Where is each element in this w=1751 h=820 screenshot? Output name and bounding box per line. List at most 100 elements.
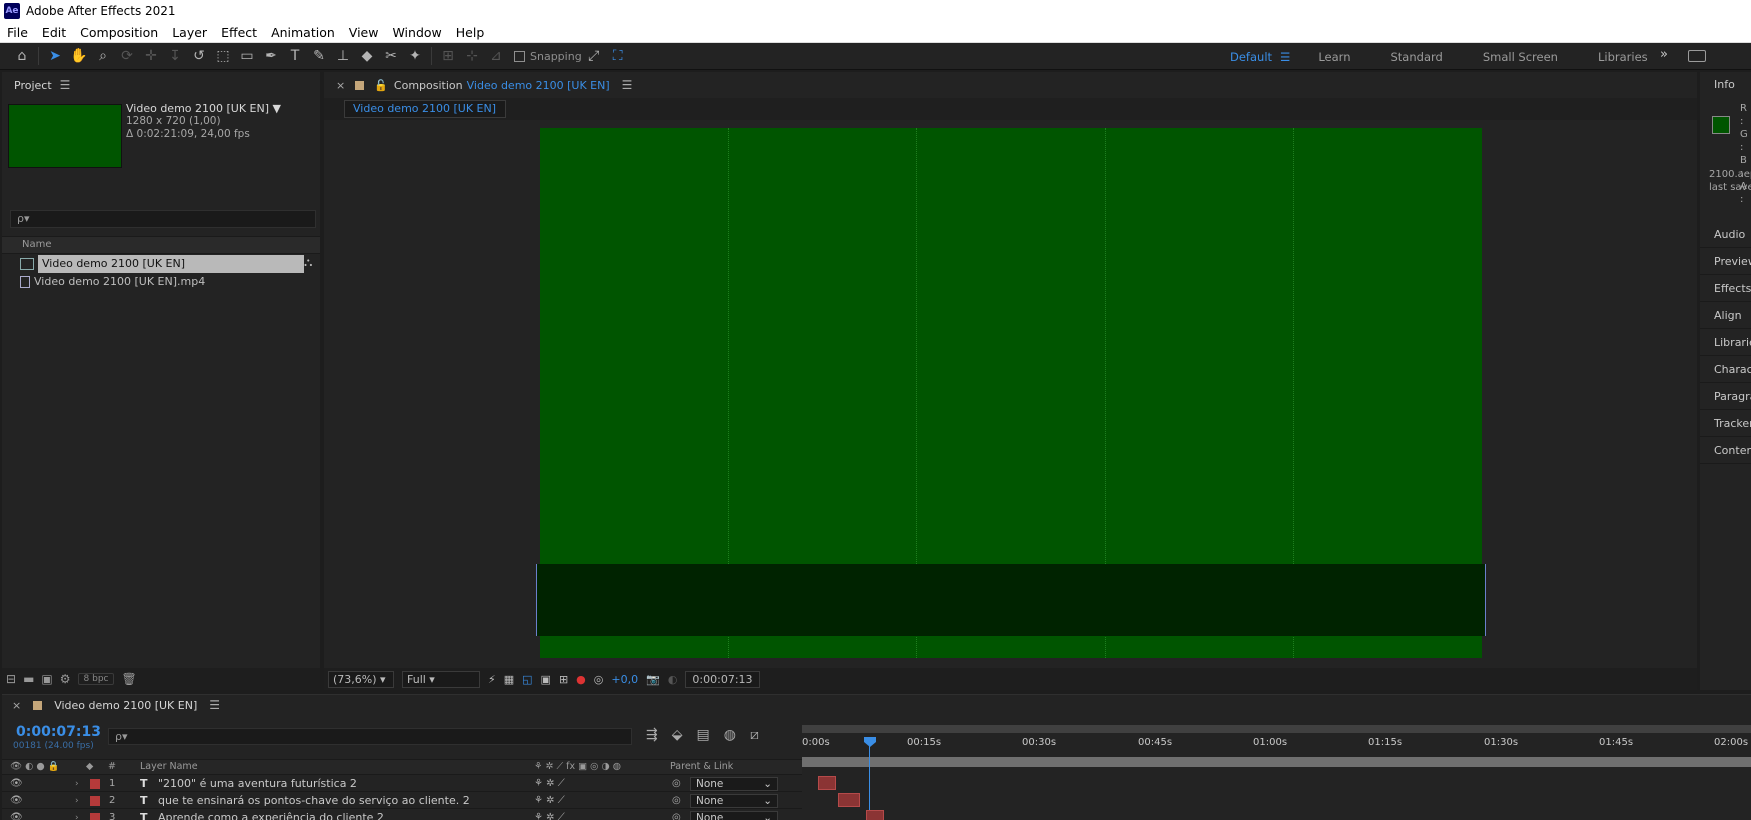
work-area-bar[interactable] [802,757,1751,767]
menu-layer[interactable]: Layer [165,25,214,40]
pick-whip-icon[interactable]: ◎ [672,776,681,792]
clone-stamp-tool-icon[interactable]: ⊥ [331,45,355,67]
character-panel-tab[interactable]: Character [1700,357,1751,383]
workspace-libraries[interactable]: Libraries [1598,50,1648,64]
trash-icon[interactable]: 🗑 [121,672,136,686]
current-time-indicator[interactable] [864,737,876,747]
column-name[interactable]: Name [22,239,52,250]
menu-edit[interactable]: Edit [35,25,73,40]
paragraph-panel-tab[interactable]: Paragraph [1700,384,1751,410]
info-panel-title[interactable]: Info [1700,72,1751,98]
view-axis-icon[interactable]: ⊿ [484,45,508,67]
project-panel-title[interactable]: Project [14,79,52,92]
pan-behind-tool-icon[interactable]: ⬚ [211,45,235,67]
align-panel-tab[interactable]: Align [1700,303,1751,329]
layer-duration-bar[interactable] [838,793,860,807]
rotation-tool-icon[interactable]: ↺ [187,45,211,67]
new-composition-icon[interactable]: ▣ [41,672,52,686]
parent-dropdown[interactable]: None ⌄ [690,811,778,820]
eraser-tool-icon[interactable]: ◆ [355,45,379,67]
close-icon[interactable]: × [12,699,21,712]
chevron-right-icon[interactable]: › [75,793,79,809]
show-snapshot-icon[interactable]: ◐ [668,673,678,686]
audio-panel-tab[interactable]: Audio [1700,222,1751,248]
chevron-right-icon[interactable]: › [75,810,79,820]
roto-brush-tool-icon[interactable]: ✂ [379,45,403,67]
dolly-camera-tool-icon[interactable]: ↧ [163,45,187,67]
timeline-ruler[interactable]: 0:00s 00:15s 00:30s 00:45s 01:00s 01:15s… [802,725,1751,820]
timeline-current-time[interactable]: 0:00:07:13 [16,724,101,740]
home-icon[interactable]: ⌂ [10,45,34,67]
layer-switches-icon[interactable]: ⚘ ✲ ⟋ [534,810,565,820]
menu-animation[interactable]: Animation [264,25,342,40]
menu-effect[interactable]: Effect [214,25,264,40]
layer-duration-bar[interactable] [866,810,884,820]
workspace-standard[interactable]: Standard [1391,50,1443,64]
composition-viewer-tab[interactable]: Video demo 2100 [UK EN] [344,100,506,118]
eye-icon[interactable]: 👁 [10,810,23,820]
timeline-layer-row[interactable]: 👁 › 1 T "2100" é uma aventura futurístic… [2,776,802,792]
layer-name[interactable]: que te ensinará os pontos-chave do servi… [158,793,470,809]
layer-name-header[interactable]: Layer Name [140,760,198,774]
menu-file[interactable]: File [0,25,35,40]
menu-window[interactable]: Window [385,25,448,40]
timeline-layer-row[interactable]: 👁 › 3 T Aprende como a experiência do cl… [2,810,802,820]
layer-name[interactable]: "2100" é uma aventura futurística 2 [158,776,357,792]
menu-help[interactable]: Help [449,25,492,40]
type-tool-icon[interactable]: T [283,45,307,67]
layer-label-color[interactable] [90,796,100,806]
time-navigator-bar[interactable] [802,725,1751,733]
pick-whip-icon[interactable]: ◎ [672,810,681,820]
snapshot-camera-icon[interactable]: 📷 [646,673,660,686]
parent-dropdown[interactable]: None ⌄ [690,794,778,808]
project-item-composition[interactable]: Video demo 2100 [UK EN] [2,255,320,273]
lock-icon[interactable]: 🔓 [374,79,388,92]
panel-menu-icon[interactable]: ☰ [60,78,71,92]
new-folder-icon[interactable]: ▬ [23,672,34,686]
layer-label-color[interactable] [90,779,100,789]
snapping-checkbox[interactable] [514,50,525,62]
selected-text-layer-bounds[interactable] [536,564,1486,636]
close-icon[interactable]: × [336,79,345,92]
workspace-menu-icon[interactable]: ☰ [1280,50,1290,64]
workspace-small-screen[interactable]: Small Screen [1483,50,1558,64]
current-time-display[interactable]: 0:00:07:13 [685,670,760,688]
eye-icon[interactable]: 👁 [10,793,23,809]
chevron-right-icon[interactable]: › [75,776,79,792]
more-workspaces-icon[interactable]: » [1660,47,1668,62]
workspace-default[interactable]: Default [1230,50,1272,64]
layer-name[interactable]: Aprende como a experiência do cliente 2 [158,810,384,820]
timeline-layer-row[interactable]: 👁 › 2 T que te ensinará os pontos-chave … [2,793,802,809]
tracker-panel-tab[interactable]: Tracker [1700,411,1751,437]
panel-menu-icon[interactable]: ☰ [209,698,220,712]
reset-exposure-icon[interactable]: ◎ [594,673,604,686]
resolution-dropdown[interactable]: Full ▾ [402,670,480,688]
orbit-camera-tool-icon[interactable]: ⟳ [115,45,139,67]
magnification-dropdown[interactable]: (73,6%) ▾ [328,670,394,688]
composition-viewer[interactable] [324,120,1697,668]
motion-blur-icon[interactable]: ◍ [724,727,736,743]
timeline-search-input[interactable]: ρ▾ [108,728,632,745]
mask-visibility-icon[interactable]: ▣ [541,673,551,686]
pick-whip-icon[interactable]: ◎ [672,793,681,809]
snapping-toggle[interactable]: Snapping [514,50,582,63]
panel-menu-icon[interactable]: ☰ [622,78,633,92]
workspace-learn[interactable]: Learn [1318,50,1350,64]
layer-switches-icon[interactable]: ⚘ ✲ ⟋ [534,793,565,809]
brush-tool-icon[interactable]: ✎ [307,45,331,67]
zoom-tool-icon[interactable]: ⌕ [91,45,115,67]
parent-dropdown[interactable]: None ⌄ [690,777,778,791]
pen-tool-icon[interactable]: ✒ [259,45,283,67]
content-aware-fill-panel-tab[interactable]: Content [1700,438,1751,464]
local-axis-icon[interactable]: ⊞ [436,45,460,67]
graph-editor-icon[interactable]: ⧄ [750,727,759,743]
selection-tool-icon[interactable]: ➤ [43,45,67,67]
grid-guides-icon[interactable]: ⊞ [559,673,568,686]
preview-panel-tab[interactable]: Preview [1700,249,1751,275]
rectangle-tool-icon[interactable]: ▭ [235,45,259,67]
draft-3d-icon[interactable]: ⬙ [672,727,683,743]
libraries-panel-tab[interactable]: Libraries [1700,330,1751,356]
pan-camera-tool-icon[interactable]: ✛ [139,45,163,67]
world-axis-icon[interactable]: ⊹ [460,45,484,67]
exposure-value[interactable]: +0,0 [611,673,638,686]
